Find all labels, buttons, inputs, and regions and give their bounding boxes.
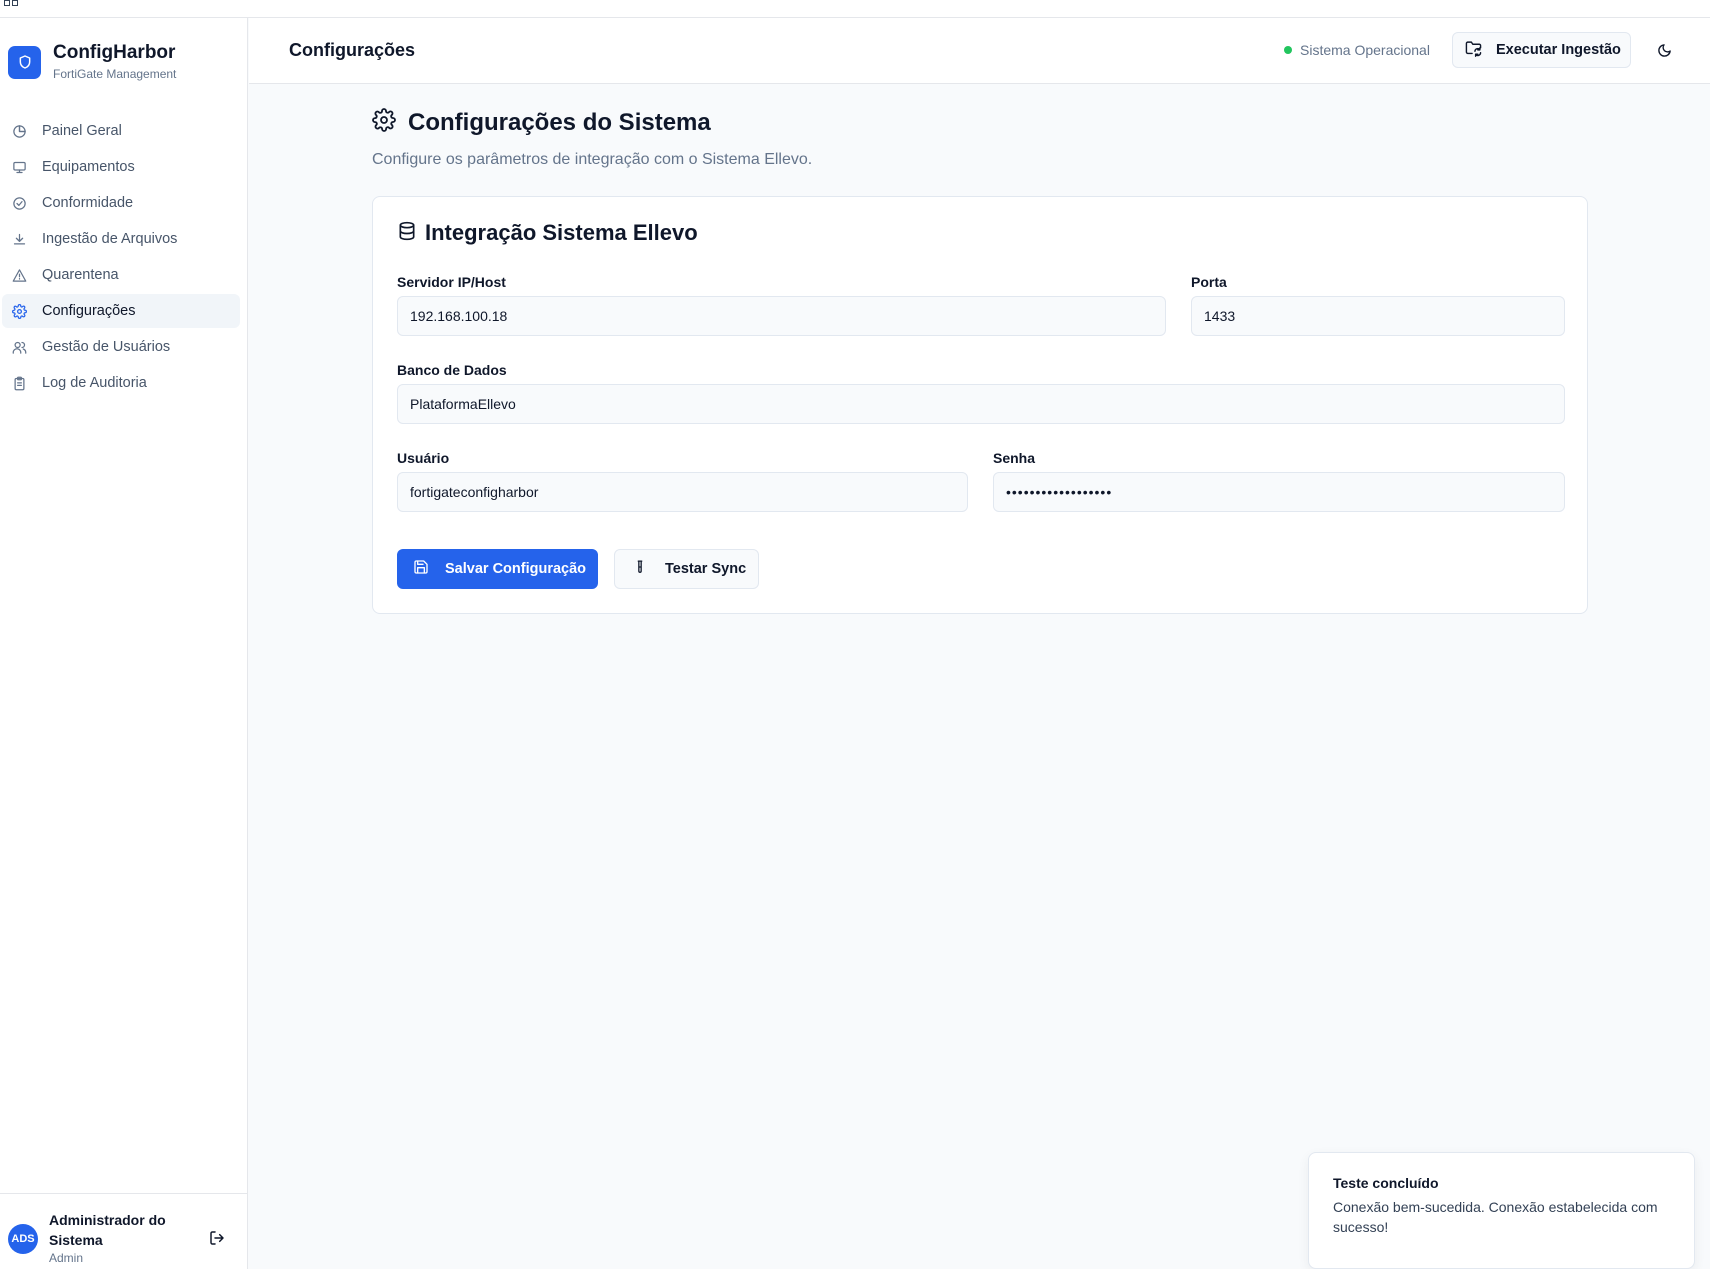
database-input[interactable]: PlataformaEllevo [397, 384, 1565, 424]
gear-icon [372, 108, 396, 137]
server-label: Servidor IP/Host [397, 274, 506, 290]
monitor-icon [10, 158, 28, 176]
user-role: Admin [49, 1251, 84, 1265]
user-label: Usuário [397, 450, 450, 466]
test-tube-icon [633, 559, 647, 579]
gear-icon [10, 302, 28, 320]
save-config-label: Salvar Configuração [445, 561, 587, 577]
port-field: Porta 1433 [1191, 274, 1565, 336]
user-input[interactable]: fortigateconfigharbor [397, 472, 968, 512]
user-name: Administrador do Sistema [49, 1212, 166, 1248]
sidebar-item-equipamentos[interactable]: Equipamentos [2, 150, 240, 184]
page-title: Configurações [289, 40, 416, 60]
run-ingestion-label: Executar Ingestão [1496, 42, 1621, 58]
sidebar-item-configuracoes[interactable]: Configurações [2, 294, 240, 328]
toast-notification[interactable]: Teste concluído Conexão bem-sucedida. Co… [1308, 1152, 1695, 1269]
app-subtitle: FortiGate Management [53, 67, 177, 81]
top-header: Configurações Sistema Operacional Execut… [249, 18, 1710, 84]
sidebar-item-ingestao[interactable]: Ingestão de Arquivos [2, 222, 240, 256]
app-name: ConfigHarbor [53, 42, 176, 63]
logout-icon[interactable] [206, 1227, 228, 1249]
sidebar-item-label: Log de Auditoria [42, 375, 147, 391]
check-circle-icon [10, 194, 28, 212]
database-field: Banco de Dados PlataformaEllevo [397, 362, 1565, 424]
warning-triangle-icon [10, 266, 28, 284]
run-ingestion-button[interactable]: Executar Ingestão [1452, 32, 1631, 68]
clipboard-icon [10, 374, 28, 392]
brand[interactable]: ConfigHarbor FortiGate Management [8, 42, 176, 82]
folder-sync-icon [1465, 40, 1482, 61]
pie-chart-icon [10, 122, 28, 140]
status-indicator: Sistema Operacional [1284, 42, 1430, 58]
server-field: Servidor IP/Host 192.168.100.18 [397, 274, 1166, 336]
sidebar-item-quarentena[interactable]: Quarentena [2, 258, 240, 292]
main-title: Configurações do Sistema [408, 108, 711, 136]
page-header: Configurações do Sistema Configure os pa… [372, 108, 812, 169]
database-label: Banco de Dados [397, 362, 507, 378]
save-icon [413, 559, 429, 579]
toast-message: Conexão bem-sucedida. Conexão estabeleci… [1333, 1199, 1658, 1235]
sidebar-item-label: Gestão de Usuários [42, 339, 171, 355]
sidebar-nav: Painel Geral Equipamentos Conformidade I… [2, 114, 240, 402]
download-icon [10, 230, 28, 248]
users-icon [10, 338, 28, 356]
password-label: Senha [993, 450, 1036, 466]
password-input[interactable]: •••••••••••••••••• [993, 472, 1565, 512]
avatar[interactable]: ADS [8, 1224, 38, 1254]
user-profile: ADS Administrador do Sistema Admin [0, 1193, 248, 1269]
sidebar-item-label: Equipamentos [42, 159, 135, 175]
status-text: Sistema Operacional [1300, 42, 1430, 58]
port-input[interactable]: 1433 [1191, 296, 1565, 336]
toast-title: Teste concluído [1333, 1175, 1439, 1191]
sidebar-item-label: Conformidade [42, 195, 134, 211]
main-description: Configure os parâmetros de integração co… [372, 151, 813, 168]
sidebar-item-auditoria[interactable]: Log de Auditoria [2, 366, 240, 400]
save-config-button[interactable]: Salvar Configuração [397, 549, 598, 589]
port-label: Porta [1191, 274, 1227, 290]
integration-card: Integração Sistema Ellevo Servidor IP/Ho… [372, 196, 1588, 614]
test-sync-label: Testar Sync [665, 561, 747, 577]
server-input[interactable]: 192.168.100.18 [397, 296, 1166, 336]
sidebar-item-label: Painel Geral [42, 123, 122, 139]
database-icon [397, 221, 417, 246]
os-top-bar [0, 0, 1710, 18]
sidebar-item-label: Ingestão de Arquivos [42, 231, 178, 247]
sidebar-item-painel-geral[interactable]: Painel Geral [2, 114, 240, 148]
test-sync-button[interactable]: Testar Sync [614, 549, 759, 589]
app-grid-icon[interactable] [4, 0, 18, 6]
sidebar-item-label: Quarentena [42, 267, 119, 283]
sidebar-item-label: Configurações [42, 303, 136, 319]
password-field: Senha •••••••••••••••••• [993, 450, 1565, 512]
sidebar-item-usuarios[interactable]: Gestão de Usuários [2, 330, 240, 364]
sidebar: ConfigHarbor FortiGate Management Painel… [0, 18, 248, 1269]
sidebar-item-conformidade[interactable]: Conformidade [2, 186, 240, 220]
moon-icon[interactable] [1652, 38, 1676, 62]
status-dot-icon [1284, 46, 1292, 54]
shield-logo-icon [8, 45, 41, 79]
user-field: Usuário fortigateconfigharbor [397, 450, 968, 512]
card-title: Integração Sistema Ellevo [425, 220, 698, 245]
